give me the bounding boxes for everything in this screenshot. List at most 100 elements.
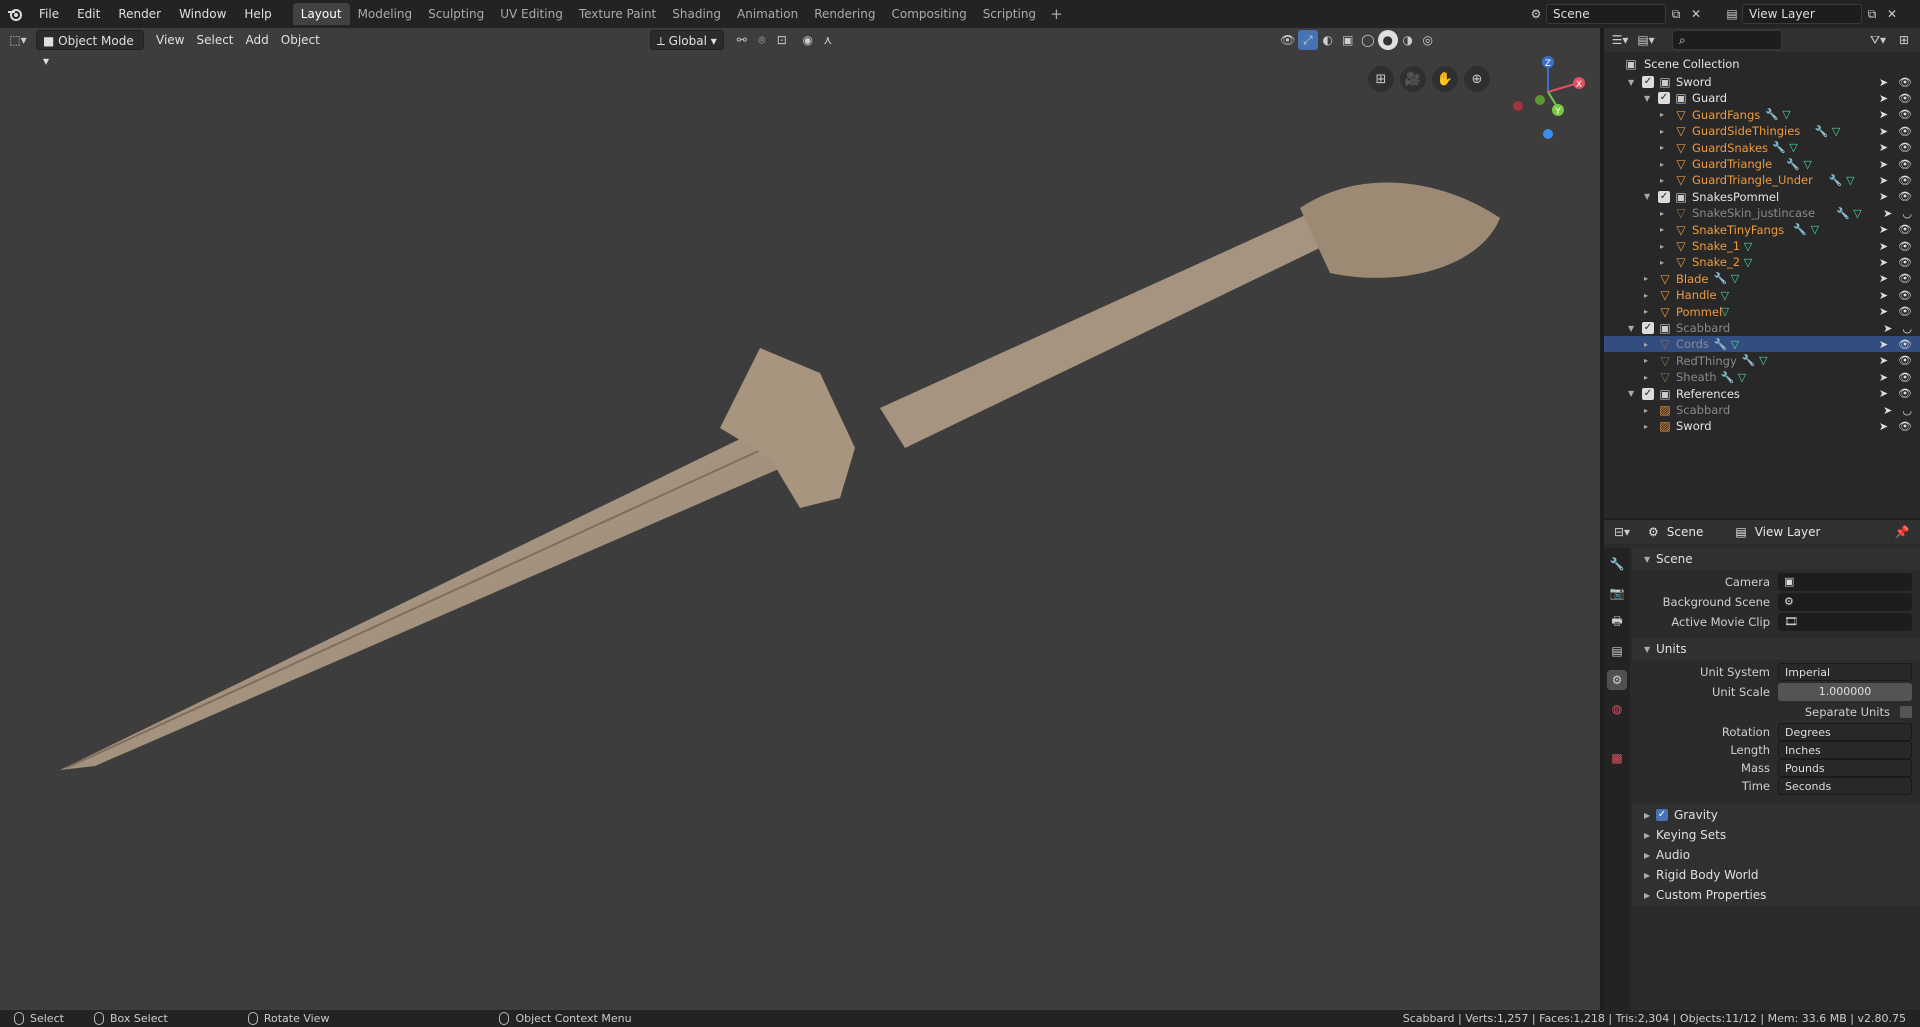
scene-panel-header[interactable]: ▼ Scene xyxy=(1632,548,1920,570)
outliner-search-input[interactable]: ⌕ xyxy=(1672,30,1782,50)
outliner-row[interactable]: ▼ ✓ ▣ References ➤ 👁 xyxy=(1604,386,1920,402)
display-mode-icon[interactable]: ▤▾ xyxy=(1636,30,1656,50)
scene-tab-icon[interactable]: ⚙ xyxy=(1607,670,1627,690)
outliner-row[interactable]: ▼ ✓ ▣ Sword ➤ 👁 xyxy=(1604,74,1920,90)
tab-scripting[interactable]: Scripting xyxy=(975,3,1044,25)
outliner-row[interactable]: ▼ ✓ ▣ Guard ➤ 👁 xyxy=(1604,90,1920,106)
visibility-eye-icon[interactable]: ◡ xyxy=(1902,207,1912,220)
outliner-row[interactable]: ▸ ▽ GuardFangs 🔧 ▽ ➤ 👁 xyxy=(1604,107,1920,123)
visibility-eye-icon[interactable]: ◡ xyxy=(1902,322,1912,335)
outliner-row[interactable]: ▸ ▽ Handle ▽ ➤ 👁 xyxy=(1604,287,1920,303)
selectable-toggle-icon[interactable]: ➤ xyxy=(1879,256,1888,269)
selectable-toggle-icon[interactable]: ➤ xyxy=(1879,141,1888,154)
modifier-wrench-icon[interactable]: 🔧 xyxy=(1815,125,1832,138)
disclosure-arrow-icon[interactable]: ▸ xyxy=(1660,143,1670,152)
selectable-toggle-icon[interactable]: ➤ xyxy=(1879,354,1888,367)
scene-name-field[interactable]: Scene xyxy=(1546,4,1666,24)
modifier-wrench-icon[interactable]: 🔧 xyxy=(1742,354,1759,367)
disclosure-arrow-icon[interactable]: ▸ xyxy=(1660,242,1670,251)
visibility-eye-icon[interactable]: ◡ xyxy=(1902,404,1912,417)
breadcrumb-view-layer[interactable]: View Layer xyxy=(1755,525,1821,539)
modifier-wrench-icon[interactable]: 🔧 xyxy=(1714,338,1731,351)
visibility-eye-icon[interactable]: 👁 xyxy=(1898,158,1912,171)
outliner-row[interactable]: ▸ ▽ SnakeTinyFangs 🔧 ▽ ➤ 👁 xyxy=(1604,222,1920,238)
expand-arrow-icon[interactable]: ▼ xyxy=(1644,192,1654,201)
mesh-data-icon[interactable]: ▽ xyxy=(1853,207,1861,220)
collection-checkbox[interactable]: ✓ xyxy=(1642,322,1654,334)
visibility-eye-icon[interactable]: 👁 xyxy=(1898,125,1912,138)
visibility-eye-icon[interactable]: 👁 xyxy=(1898,141,1912,154)
outliner-row[interactable]: ▸ ▽ GuardTriangle 🔧 ▽ ➤ 👁 xyxy=(1604,156,1920,172)
gravity-panel-header[interactable]: ▶ ✓ Gravity xyxy=(1632,804,1920,826)
3d-viewport[interactable]: ⬚▾ ■ Object Mode ▾ View Select Add Objec… xyxy=(0,28,1600,1010)
close-view-layer-icon[interactable]: ✕ xyxy=(1882,4,1902,24)
selectable-toggle-icon[interactable]: ➤ xyxy=(1879,174,1888,187)
selectable-toggle-icon[interactable]: ➤ xyxy=(1879,92,1888,105)
tool-tab-icon[interactable]: 🔧 xyxy=(1607,554,1627,574)
modifier-wrench-icon[interactable]: 🔧 xyxy=(1836,207,1853,220)
outliner-row[interactable]: ▸ ▨ Sword ➤ 👁 xyxy=(1604,418,1920,434)
selectable-toggle-icon[interactable]: ➤ xyxy=(1879,158,1888,171)
disclosure-arrow-icon[interactable]: ▸ xyxy=(1644,307,1654,316)
outliner-row[interactable]: ▸ ▨ Scabbard ➤ ◡ xyxy=(1604,402,1920,418)
tab-compositing[interactable]: Compositing xyxy=(883,3,974,25)
disclosure-arrow-icon[interactable]: ▸ xyxy=(1644,422,1654,431)
expand-arrow-icon[interactable]: ▼ xyxy=(1644,94,1654,103)
movie-clip-field[interactable]: 🎞 xyxy=(1778,613,1912,631)
keying-sets-panel-header[interactable]: ▶ Keying Sets xyxy=(1632,824,1920,846)
outliner-row[interactable]: ▸ ▽ Sheath 🔧 ▽ ➤ 👁 xyxy=(1604,369,1920,385)
unit-system-dropdown[interactable]: Imperial xyxy=(1778,663,1912,681)
disclosure-arrow-icon[interactable]: ▸ xyxy=(1660,176,1670,185)
visibility-eye-icon[interactable]: 👁 xyxy=(1898,76,1912,89)
expand-arrow-icon[interactable]: ▼ xyxy=(1628,389,1638,398)
audio-panel-header[interactable]: ▶ Audio xyxy=(1632,844,1920,866)
selectable-toggle-icon[interactable]: ➤ xyxy=(1879,289,1888,302)
mesh-data-icon[interactable]: ▽ xyxy=(1782,108,1790,121)
outliner-row[interactable]: ▼ ✓ ▣ Scabbard ➤ ◡ xyxy=(1604,320,1920,336)
mesh-data-icon[interactable]: ▽ xyxy=(1731,338,1739,351)
selectable-toggle-icon[interactable]: ➤ xyxy=(1879,272,1888,285)
collection-checkbox[interactable]: ✓ xyxy=(1658,190,1670,203)
tab-shading[interactable]: Shading xyxy=(664,3,729,25)
tab-modeling[interactable]: Modeling xyxy=(350,3,421,25)
visibility-eye-icon[interactable]: 👁 xyxy=(1898,272,1912,285)
custom-properties-panel-header[interactable]: ▶ Custom Properties xyxy=(1632,884,1920,906)
rotation-dropdown[interactable]: Degrees xyxy=(1778,723,1912,741)
modifier-wrench-icon[interactable]: 🔧 xyxy=(1714,272,1731,285)
outliner-editor-type-icon[interactable]: ☰▾ xyxy=(1610,30,1630,50)
length-dropdown[interactable]: Inches xyxy=(1778,741,1912,759)
view-layer-icon[interactable]: ▤ xyxy=(1722,4,1742,24)
modifier-wrench-icon[interactable]: 🔧 xyxy=(1786,158,1803,171)
outliner-row[interactable]: ▸ ▽ SnakeSkin_justincase 🔧 ▽ ➤ ◡ xyxy=(1604,205,1920,221)
selectable-toggle-icon[interactable]: ➤ xyxy=(1879,190,1888,203)
mesh-data-icon[interactable]: ▽ xyxy=(1738,371,1746,384)
outliner-row[interactable]: ▸ ▽ GuardTriangle_Under 🔧 ▽ ➤ 👁 xyxy=(1604,172,1920,188)
tab-layout[interactable]: Layout xyxy=(292,3,350,25)
selectable-toggle-icon[interactable]: ➤ xyxy=(1879,108,1888,121)
selectable-toggle-icon[interactable]: ➤ xyxy=(1879,387,1888,400)
selectable-toggle-icon[interactable]: ➤ xyxy=(1879,371,1888,384)
pin-icon[interactable]: 📌 xyxy=(1892,522,1912,542)
selectable-toggle-icon[interactable]: ➤ xyxy=(1879,240,1888,253)
new-collection-icon[interactable]: ⊞ xyxy=(1894,30,1914,50)
tab-animation[interactable]: Animation xyxy=(729,3,806,25)
copy-view-layer-icon[interactable]: ⧉ xyxy=(1862,4,1882,24)
visibility-eye-icon[interactable]: 👁 xyxy=(1898,387,1912,400)
visibility-eye-icon[interactable]: 👁 xyxy=(1898,371,1912,384)
menu-file[interactable]: File xyxy=(30,0,68,28)
rigid-body-panel-header[interactable]: ▶ Rigid Body World xyxy=(1632,864,1920,886)
outliner-row[interactable]: ▼ ✓ ▣ SnakesPommel ➤ 👁 xyxy=(1604,189,1920,205)
menu-help[interactable]: Help xyxy=(235,0,280,28)
tab-texture-paint[interactable]: Texture Paint xyxy=(571,3,664,25)
outliner-row[interactable]: ▸ ▽ GuardSideThingies 🔧 ▽ ➤ 👁 xyxy=(1604,123,1920,139)
scene-collection-row[interactable]: ▣ Scene Collection xyxy=(1604,54,1920,74)
visibility-eye-icon[interactable]: 👁 xyxy=(1898,240,1912,253)
mesh-data-icon[interactable]: ▽ xyxy=(1731,272,1739,285)
expand-arrow-icon[interactable]: ▼ xyxy=(1628,324,1638,333)
unit-scale-field[interactable]: 1.000000 xyxy=(1778,683,1912,701)
outliner-row[interactable]: ▸ ▽ Cords 🔧 ▽ ➤ 👁 xyxy=(1604,336,1920,353)
mesh-data-icon[interactable]: ▽ xyxy=(1804,158,1812,171)
outliner-row[interactable]: ▸ ▽ Snake_2 ▽ ➤ 👁 xyxy=(1604,254,1920,270)
modifier-wrench-icon[interactable]: 🔧 xyxy=(1829,174,1846,187)
disclosure-arrow-icon[interactable]: ▸ xyxy=(1660,110,1670,119)
